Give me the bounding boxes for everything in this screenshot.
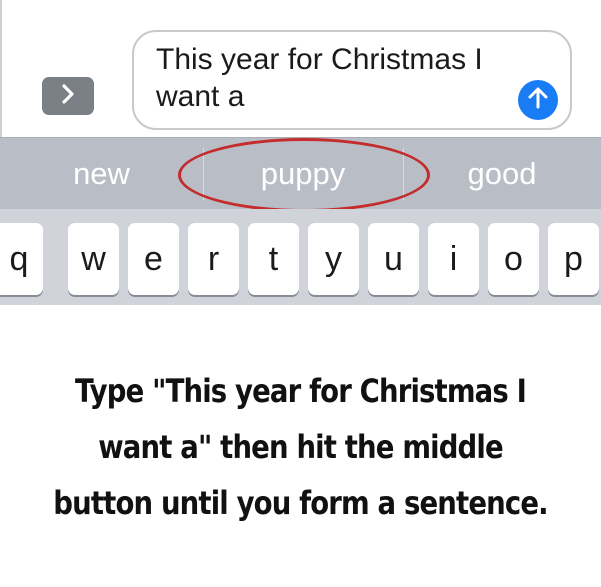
key-w[interactable]: w xyxy=(68,223,119,295)
key-p[interactable]: p xyxy=(548,223,599,295)
prediction-right[interactable]: good xyxy=(403,138,601,210)
key-t[interactable]: t xyxy=(248,223,299,295)
message-composer: This year for Christmas I want a xyxy=(0,0,601,137)
arrow-up-icon xyxy=(527,86,549,115)
key-u[interactable]: u xyxy=(368,223,419,295)
message-input-text: This year for Christmas I want a xyxy=(156,43,483,113)
key-i[interactable]: i xyxy=(428,223,479,295)
keyboard-top-row: q w e r t y u i o p xyxy=(0,209,601,305)
key-o[interactable]: o xyxy=(488,223,539,295)
chevron-right-icon xyxy=(59,83,77,110)
caption-text: Type "This year for Christmas I want a" … xyxy=(53,372,548,522)
key-r[interactable]: r xyxy=(188,223,239,295)
predictive-text-bar: new puppy good xyxy=(0,137,601,210)
key-q[interactable]: q xyxy=(0,223,43,295)
key-y[interactable]: y xyxy=(308,223,359,295)
expand-apps-button[interactable] xyxy=(42,77,94,115)
message-input[interactable]: This year for Christmas I want a xyxy=(132,30,572,130)
send-button[interactable] xyxy=(518,80,558,120)
prediction-middle[interactable]: puppy xyxy=(203,138,403,210)
prediction-left[interactable]: new xyxy=(0,138,203,210)
key-e[interactable]: e xyxy=(128,223,179,295)
caption-panel: Type "This year for Christmas I want a" … xyxy=(0,305,601,587)
